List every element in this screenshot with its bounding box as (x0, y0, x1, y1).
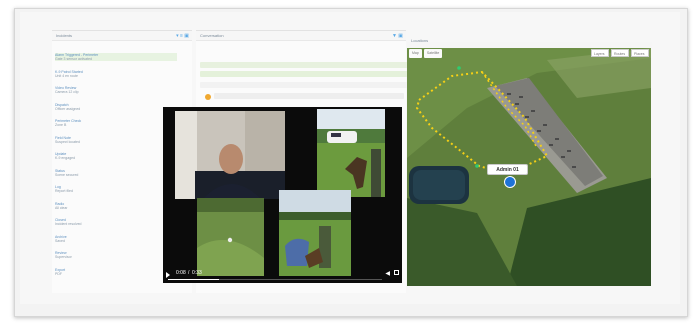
incident-item-detail: Scene secured (55, 172, 79, 177)
incident-list-item[interactable]: Alarm Triggered - Perimeter Gate 3 sensor… (55, 53, 177, 62)
panel-actions[interactable]: ▾ ≡ ▣ (176, 33, 189, 39)
incident-item-detail: Report filed (55, 189, 73, 194)
incident-item-detail: Unit 4 en route (55, 73, 78, 78)
message-status-icon (205, 94, 211, 100)
time-separator: / (188, 270, 190, 276)
routes-dropdown[interactable]: Routes (611, 49, 629, 57)
map-type-tabs: Map Satellite (409, 49, 443, 58)
incident-item-detail: All clear (55, 205, 68, 210)
incident-item-detail: Gate 3 sensor activated (55, 57, 92, 62)
conversation-header: Conversation ▼ ▣ (196, 31, 406, 41)
message-item[interactable] (214, 93, 404, 99)
incident-item-detail: Camera 12 clip (55, 90, 79, 95)
incident-list-item[interactable]: Update K-9 engaged (55, 152, 177, 160)
video-progress-track[interactable] (168, 279, 382, 280)
video-current-time: 0:08 (176, 270, 186, 276)
incident-list-item[interactable]: Radio All clear (55, 202, 177, 210)
video-tile-interview (175, 111, 285, 199)
incident-list-item[interactable]: Video Review Camera 12 clip (55, 86, 177, 94)
incident-list-item[interactable]: Review Supervisor (55, 251, 177, 259)
conversation-title: Conversation (200, 33, 224, 38)
incident-item-detail: Incident resolved (55, 222, 82, 227)
map-controls: Layers Routes Places (591, 49, 649, 57)
layers-dropdown[interactable]: Layers (591, 49, 609, 57)
incident-list-item[interactable]: Closed Incident resolved (55, 218, 177, 226)
volume-icon[interactable]: ◀ (385, 270, 390, 277)
message-item[interactable] (200, 82, 410, 88)
incident-list-item[interactable]: Status Scene secured (55, 169, 177, 177)
incident-list-title: Incidents (56, 33, 73, 38)
video-tile-apprehension (279, 190, 351, 276)
incident-list-header: Incidents ▾ ≡ ▣ (52, 31, 192, 41)
conversation-filter-icon[interactable]: ▼ ▣ (392, 33, 403, 39)
incident-list-item[interactable]: Dispatch Officer assigned (55, 103, 177, 111)
message-item[interactable] (200, 71, 410, 77)
tab-satellite[interactable]: Satellite (423, 49, 443, 58)
incident-list-item[interactable]: K-9 Patrol Started Unit 4 en route (55, 70, 177, 78)
incident-list-item[interactable]: Field Note Suspect located (55, 136, 177, 144)
video-controls: 0:08 / 0:33 ◀ (163, 267, 402, 283)
asset-label[interactable]: Admin 01 (487, 164, 528, 175)
video-player[interactable]: 0:08 / 0:33 ◀ (163, 107, 402, 283)
locations-title: Locations (411, 38, 429, 43)
play-icon[interactable] (166, 272, 170, 278)
incident-item-detail: Saved (55, 238, 65, 243)
incident-item-detail: Suspect located (55, 139, 80, 144)
incident-list-item[interactable]: Export PDF (55, 268, 177, 276)
asset-location-marker[interactable] (504, 176, 516, 188)
incident-list-item[interactable]: Perimeter Check Zone B (55, 119, 177, 127)
tab-map[interactable]: Map (409, 49, 422, 58)
video-tile-k9-scene (317, 109, 385, 197)
incident-item-detail: K-9 engaged (55, 156, 76, 161)
video-progress-fill (168, 279, 220, 280)
video-tile-field (197, 198, 264, 276)
incident-list-item[interactable]: Archive Saved (55, 235, 177, 243)
incident-item-detail: Supervisor (55, 255, 72, 260)
incident-list-item[interactable]: Log Report filed (55, 185, 177, 193)
incident-item-detail: Zone B (55, 123, 67, 128)
video-duration: 0:33 (192, 270, 202, 276)
fullscreen-icon[interactable] (394, 270, 399, 275)
places-dropdown[interactable]: Places (631, 49, 649, 57)
incident-item-detail: PDF (55, 271, 62, 276)
message-item[interactable] (200, 62, 410, 68)
incident-item-detail: Officer assigned (55, 106, 81, 111)
map-view[interactable]: Map Satellite Layers Routes Places (407, 48, 651, 286)
